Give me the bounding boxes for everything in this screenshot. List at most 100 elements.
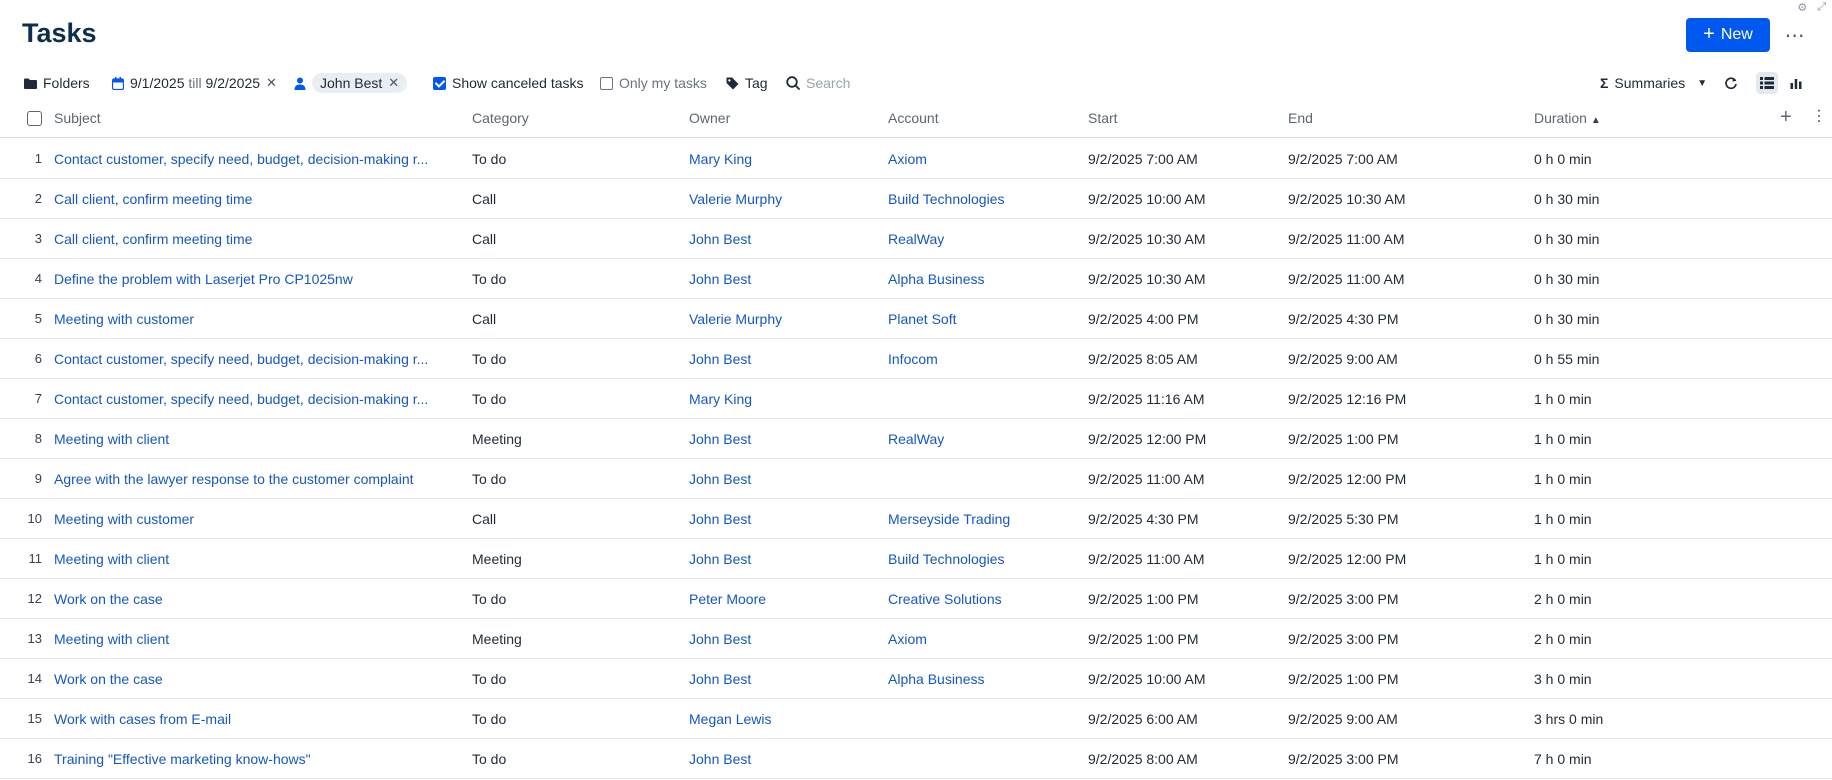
subject-link[interactable]: Contact customer, specify need, budget, … — [54, 339, 456, 379]
select-all-checkbox[interactable] — [27, 111, 42, 126]
account-link[interactable]: Build Technologies — [888, 179, 1078, 219]
date-filter[interactable]: 9/1/2025 till 9/2/2025 ✕ — [112, 72, 277, 94]
owner-link[interactable]: John Best — [689, 739, 879, 779]
owner-chip[interactable]: John Best ✕ — [312, 73, 408, 93]
account-link[interactable]: Infocom — [888, 339, 1078, 379]
clear-date-filter-icon[interactable]: ✕ — [266, 75, 277, 91]
account-link[interactable]: RealWay — [888, 219, 1078, 259]
search-input[interactable]: Search — [806, 75, 850, 91]
end-cell: 9/2/2025 3:00 PM — [1288, 591, 1399, 607]
table-row[interactable]: 1 Contact customer, specify need, budget,… — [0, 139, 1832, 179]
owner-link[interactable]: John Best — [689, 339, 879, 379]
row-number: 13 — [27, 631, 42, 646]
account-link[interactable]: Build Technologies — [888, 539, 1078, 579]
list-view-button[interactable] — [1756, 72, 1778, 94]
account-link[interactable]: RealWay — [888, 419, 1078, 459]
table-row[interactable]: 16 Training "Effective marketing know-how… — [0, 739, 1832, 779]
col-header-account[interactable]: Account — [888, 110, 939, 126]
owner-link[interactable]: John Best — [689, 459, 879, 499]
summaries-dropdown[interactable]: Σ Summaries ▼ — [1600, 72, 1707, 94]
subject-link[interactable]: Meeting with client — [54, 619, 456, 659]
subject-link[interactable]: Meeting with client — [54, 539, 456, 579]
refresh-button[interactable] — [1724, 72, 1738, 94]
table-row[interactable]: 8 Meeting with client Meeting John Best Real… — [0, 419, 1832, 459]
account-link[interactable]: Axiom — [888, 139, 1078, 179]
add-column-icon[interactable]: + — [1780, 106, 1792, 129]
table-row[interactable]: 7 Contact customer, specify need, budget,… — [0, 379, 1832, 419]
subject-link[interactable]: Training "Effective marketing know-hows" — [54, 739, 456, 779]
owner-link[interactable]: Mary King — [689, 139, 879, 179]
table-row[interactable]: 14 Work on the case To do John Best Alpha Bu… — [0, 659, 1832, 699]
subject-link[interactable]: Work on the case — [54, 659, 456, 699]
owner-link[interactable]: Valerie Murphy — [689, 299, 879, 339]
owner-link[interactable]: John Best — [689, 259, 879, 299]
settings-icon[interactable]: ⚙ — [1797, 1, 1807, 14]
end-cell: 9/2/2025 12:16 PM — [1288, 391, 1407, 407]
owner-filter[interactable]: John Best ✕ — [294, 72, 408, 94]
new-task-button[interactable]: + New — [1686, 18, 1770, 52]
subject-link[interactable]: Meeting with customer — [54, 299, 456, 339]
owner-link[interactable]: Megan Lewis — [689, 699, 879, 739]
remove-owner-filter-icon[interactable]: ✕ — [388, 75, 399, 91]
col-header-duration[interactable]: Duration ▲ — [1534, 110, 1601, 126]
account-link[interactable]: Planet Soft — [888, 299, 1078, 339]
only-my-tasks-checkbox[interactable] — [600, 76, 613, 90]
owner-link[interactable]: John Best — [689, 539, 879, 579]
subject-link[interactable]: Agree with the lawyer response to the cu… — [54, 459, 456, 499]
owner-link[interactable]: Valerie Murphy — [689, 179, 879, 219]
col-header-owner[interactable]: Owner — [689, 110, 730, 126]
col-header-start[interactable]: Start — [1088, 110, 1118, 126]
subject-link[interactable]: Meeting with customer — [54, 499, 456, 539]
subject-link[interactable]: Call client, confirm meeting time — [54, 219, 456, 259]
account-link[interactable]: Merseyside Trading — [888, 499, 1078, 539]
show-canceled-toggle[interactable]: Show canceled tasks — [433, 72, 584, 94]
more-actions-button[interactable]: ⋯ — [1784, 18, 1806, 52]
account-link[interactable] — [888, 699, 1078, 739]
table-row[interactable]: 4 Define the problem with Laserjet Pro CP… — [0, 259, 1832, 299]
subject-link[interactable]: Call client, confirm meeting time — [54, 179, 456, 219]
table-row[interactable]: 12 Work on the case To do Peter Moore Creati… — [0, 579, 1832, 619]
table-row[interactable]: 15 Work with cases from E-mail To do Megan … — [0, 699, 1832, 739]
table-row[interactable]: 10 Meeting with customer Call John Best Mers… — [0, 499, 1832, 539]
owner-link[interactable]: John Best — [689, 619, 879, 659]
subject-link[interactable]: Contact customer, specify need, budget, … — [54, 379, 456, 419]
subject-link[interactable]: Work with cases from E-mail — [54, 699, 456, 739]
show-canceled-checkbox[interactable] — [433, 76, 446, 90]
table-row[interactable]: 5 Meeting with customer Call Valerie Murphy… — [0, 299, 1832, 339]
account-link[interactable]: Creative Solutions — [888, 579, 1078, 619]
col-header-end[interactable]: End — [1288, 110, 1313, 126]
owner-link[interactable]: Peter Moore — [689, 579, 879, 619]
folders-button[interactable]: Folders — [24, 72, 90, 94]
table-row[interactable]: 9 Agree with the lawyer response to the c… — [0, 459, 1832, 499]
chart-view-button[interactable] — [1790, 72, 1802, 94]
subject-link[interactable]: Contact customer, specify need, budget, … — [54, 139, 456, 179]
account-link[interactable] — [888, 379, 1078, 419]
table-row[interactable]: 2 Call client, confirm meeting time Call Va… — [0, 179, 1832, 219]
col-header-category[interactable]: Category — [472, 110, 529, 126]
account-link[interactable] — [888, 739, 1078, 779]
owner-link[interactable]: John Best — [689, 499, 879, 539]
subject-link[interactable]: Work on the case — [54, 579, 456, 619]
table-row[interactable]: 13 Meeting with client Meeting John Best Axi… — [0, 619, 1832, 659]
subject-link[interactable]: Define the problem with Laserjet Pro CP1… — [54, 259, 456, 299]
account-link[interactable] — [888, 459, 1078, 499]
search-box[interactable]: Search — [786, 72, 850, 94]
owner-link[interactable]: Mary King — [689, 379, 879, 419]
table-row[interactable]: 6 Contact customer, specify need, budget,… — [0, 339, 1832, 379]
subject-link[interactable]: Meeting with client — [54, 419, 456, 459]
account-link[interactable]: Axiom — [888, 619, 1078, 659]
owner-link[interactable]: John Best — [689, 659, 879, 699]
account-link[interactable]: Alpha Business — [888, 259, 1078, 299]
expand-icon[interactable]: ⤢ — [1817, 1, 1826, 14]
account-link[interactable]: Alpha Business — [888, 659, 1078, 699]
owner-link[interactable]: John Best — [689, 419, 879, 459]
table-row[interactable]: 3 Call client, confirm meeting time Call Jo… — [0, 219, 1832, 259]
row-number: 3 — [34, 231, 42, 246]
duration-cell: 1 h 0 min — [1534, 391, 1592, 407]
col-header-subject[interactable]: Subject — [54, 110, 101, 126]
column-options-icon[interactable]: ⋯ — [1810, 108, 1827, 124]
owner-link[interactable]: John Best — [689, 219, 879, 259]
only-my-tasks-toggle[interactable]: Only my tasks — [600, 72, 707, 94]
table-row[interactable]: 11 Meeting with client Meeting John Best Bui… — [0, 539, 1832, 579]
tag-filter-button[interactable]: Tag — [726, 72, 768, 94]
